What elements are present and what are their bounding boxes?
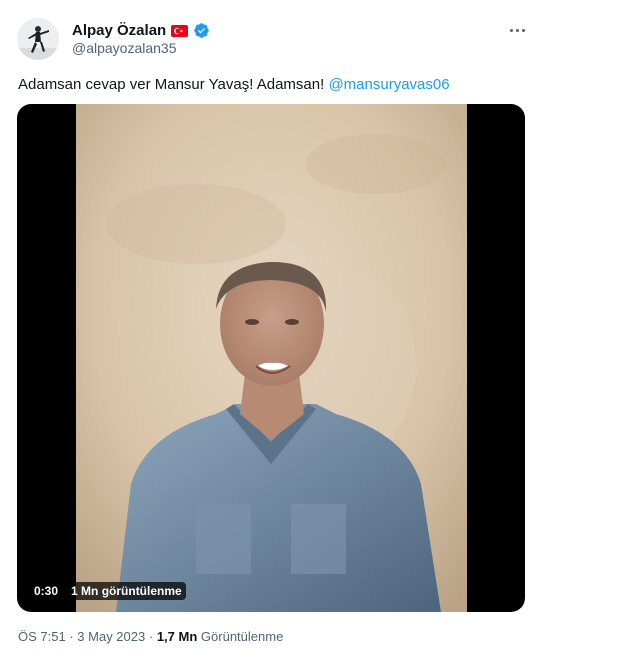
tweet-text: Adamsan cevap ver Mansur Yavaş! Adamsan!… (18, 76, 450, 93)
more-horizontal-icon (508, 28, 526, 32)
avatar-image (17, 18, 59, 60)
video-overlay: 0:30 1 Mn görüntülenme (30, 582, 186, 600)
video-player[interactable]: 0:30 1 Mn görüntülenme (17, 104, 525, 612)
turkey-flag-icon (171, 24, 189, 37)
meta-separator: · (148, 629, 154, 644)
view-count: 1,7 Mn (156, 629, 198, 644)
more-options-button[interactable] (505, 20, 529, 40)
avatar[interactable] (17, 18, 59, 60)
tweet-body: Adamsan cevap ver Mansur Yavaş! Adamsan! (18, 76, 325, 93)
author-handle[interactable]: @alpayozalan35 (72, 40, 177, 56)
video-view-count: 1 Mn görüntülenme (67, 582, 186, 600)
author-row: Alpay Özalan (72, 20, 210, 40)
mention-link[interactable]: @mansuryavas06 (328, 76, 449, 93)
video-thumbnail (76, 104, 467, 612)
tweet: Alpay Özalan @alpayozalan35 Adamsan ceva… (0, 0, 624, 669)
display-name[interactable]: Alpay Özalan (72, 22, 166, 39)
tweet-meta: ÖS 7:51 · 3 May 2023 · 1,7 Mn Görüntülen… (18, 629, 283, 644)
video-duration: 0:30 (30, 582, 63, 600)
tweet-date[interactable]: 3 May 2023 (77, 629, 145, 644)
meta-separator: · (69, 629, 74, 644)
tweet-time[interactable]: ÖS 7:51 (18, 629, 66, 644)
verified-badge-icon (193, 22, 210, 39)
view-label: Görüntülenme (200, 629, 284, 644)
